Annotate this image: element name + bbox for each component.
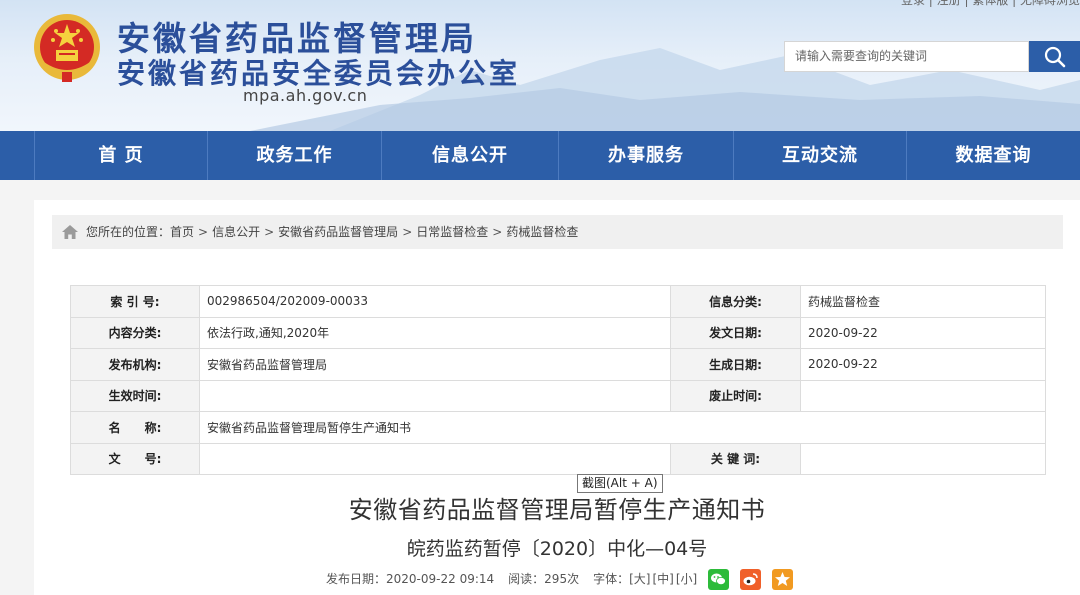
breadcrumb-item-agency[interactable]: 安徽省药品监督管理局: [278, 225, 398, 239]
breadcrumb-item-home[interactable]: 首页: [170, 225, 194, 239]
font-size-large-button[interactable]: [大]: [629, 572, 650, 586]
nav-item-services[interactable]: 办事服务: [559, 131, 733, 180]
breadcrumb-separator: >: [198, 225, 209, 239]
site-header: 安徽省药品监督管理局 安徽省药品安全委员会办公室 mpa.ah.gov.cn 登…: [0, 0, 1080, 131]
meta-value-effective: [199, 379, 671, 412]
font-size-small-button[interactable]: [小]: [676, 572, 697, 586]
nav-item-info-disclosure[interactable]: 信息公开: [382, 131, 558, 180]
nav-item-data-query[interactable]: 数据查询: [907, 131, 1080, 180]
meta-value-index: 002986504/202009-00033: [199, 285, 671, 318]
meta-value-keywords: [800, 442, 1046, 475]
breadcrumb-separator: >: [402, 225, 413, 239]
breadcrumb-item-info[interactable]: 信息公开: [212, 225, 260, 239]
table-row: 名 称: 安徽省药品监督管理局暂停生产通知书: [70, 411, 1046, 444]
meta-value-content: 依法行政,通知,2020年: [199, 316, 671, 349]
breadcrumb-prefix: 您所在的位置：: [86, 225, 171, 239]
breadcrumb-separator: >: [264, 225, 275, 239]
document-title: 安徽省药品监督管理局暂停生产通知书: [348, 496, 766, 524]
site-domain: mpa.ah.gov.cn: [243, 86, 368, 105]
nav-item-government[interactable]: 政务工作: [208, 131, 381, 180]
meta-key-effective: 生效时间:: [70, 379, 200, 412]
share-favorite-button[interactable]: [772, 569, 793, 590]
share-weibo-button[interactable]: [740, 569, 761, 590]
search-button[interactable]: [1029, 41, 1080, 72]
breadcrumb-item-drug-device[interactable]: 药械监督检查: [506, 225, 578, 239]
search-input[interactable]: 请输入需要查询的关键词: [784, 41, 1029, 72]
table-row: 内容分类: 依法行政,通知,2020年 发文日期: 2020-09-22: [70, 316, 1046, 349]
meta-key-index: 索 引 号:: [70, 285, 200, 318]
meta-key-category: 信息分类:: [670, 285, 801, 318]
weibo-icon: [743, 573, 758, 586]
meta-value-docno: [199, 442, 671, 475]
meta-value-generate-date: 2020-09-22: [800, 348, 1046, 381]
publish-time: 2020-09-22 09:14: [386, 572, 495, 586]
meta-key-keywords: 关 键 词:: [670, 442, 801, 475]
document-info-bar: 发布日期：2020-09-22 09:14 阅读：295次 字体：[大] [中] [小]: [326, 568, 699, 590]
table-row: 生效时间: 废止时间:: [70, 379, 1046, 412]
meta-key-docno: 文 号:: [70, 442, 200, 475]
share-wechat-button[interactable]: [708, 569, 729, 590]
table-row: 索 引 号: 002986504/202009-00033 信息分类: 药械监督…: [70, 285, 1046, 318]
meta-key-generate-date: 生成日期:: [670, 348, 801, 381]
favorite-icon: [775, 572, 790, 586]
national-emblem-icon: [34, 14, 100, 82]
main-nav: 首 页 政务工作 信息公开 办事服务 互动交流 数据查询: [0, 131, 1080, 180]
table-row: 文 号: 关 键 词:: [70, 442, 1046, 475]
reads-count: 295次: [544, 572, 580, 586]
publish-label: 发布日期：: [326, 572, 387, 586]
meta-value-publisher: 安徽省药品监督管理局: [199, 348, 671, 381]
meta-key-abolish: 废止时间:: [670, 379, 801, 412]
meta-key-publisher: 发布机构:: [70, 348, 200, 381]
breadcrumb: 您所在的位置：首页 > 信息公开 > 安徽省药品监督管理局 > 日常监督检查 > 药械监督检查: [52, 215, 1063, 249]
meta-value-category: 药械监督检查: [800, 285, 1046, 318]
meta-value-issue-date: 2020-09-22: [800, 316, 1046, 349]
meta-value-abolish: [800, 379, 1046, 412]
font-size-medium-button[interactable]: [中]: [652, 572, 673, 586]
breadcrumb-item-daily-inspection[interactable]: 日常监督检查: [416, 225, 488, 239]
table-row: 发布机构: 安徽省药品监督管理局 生成日期: 2020-09-22: [70, 348, 1046, 381]
nav-item-interaction[interactable]: 互动交流: [734, 131, 906, 180]
search-icon: [1044, 46, 1065, 67]
nav-item-home[interactable]: 首 页: [35, 131, 207, 180]
top-links[interactable]: 登录 | 注册 | 繁体版 | 无障碍浏览: [901, 0, 1080, 8]
meta-value-name: 安徽省药品监督管理局暂停生产通知书: [199, 411, 1046, 444]
meta-key-name: 名 称:: [70, 411, 200, 444]
meta-key-issue-date: 发文日期:: [670, 316, 801, 349]
reads-label: 阅读：: [508, 572, 545, 586]
font-size-label: 字体：: [593, 572, 630, 586]
meta-key-content: 内容分类:: [70, 316, 200, 349]
wechat-icon: [711, 573, 726, 585]
document-number: 皖药监药暂停〔2020〕中化—04号: [406, 538, 708, 560]
breadcrumb-separator: >: [492, 225, 503, 239]
document-meta-table: 索 引 号: 002986504/202009-00033 信息分类: 药械监督…: [70, 285, 1046, 475]
home-icon: [62, 225, 78, 239]
